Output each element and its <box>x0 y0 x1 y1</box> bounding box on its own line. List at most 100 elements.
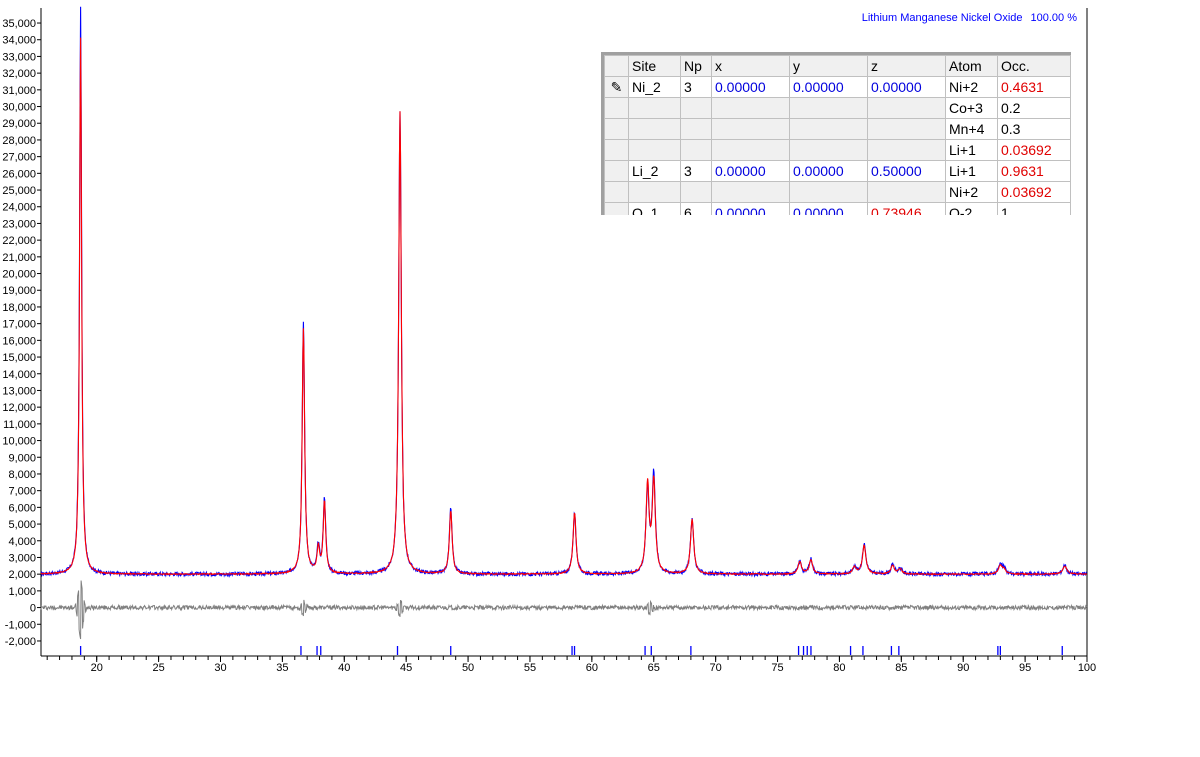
cell-y[interactable]: 0.00000 <box>789 202 868 215</box>
y-tick-label: 25,000 <box>2 185 36 197</box>
x-tick-label: 50 <box>462 662 474 674</box>
table-row[interactable]: ✎ Ni_2 3 0.00000 0.00000 0.00000 Ni+2 0.4631 <box>604 76 1071 98</box>
cell-occ[interactable]: 0.9631 <box>997 160 1071 182</box>
cell-x[interactable] <box>711 118 790 140</box>
cell-site[interactable] <box>628 139 681 161</box>
y-tick-label: 34,000 <box>2 35 36 47</box>
cell-atom[interactable]: O-2 <box>945 202 998 215</box>
y-tick-label: 26,000 <box>2 168 36 180</box>
cell-atom[interactable]: Ni+2 <box>945 181 998 203</box>
cell-np[interactable]: 3 <box>680 160 712 182</box>
y-tick-label: 8,000 <box>8 469 36 481</box>
cell-y[interactable] <box>789 97 868 119</box>
cell-np[interactable] <box>680 118 712 140</box>
cell-x[interactable]: 0.00000 <box>711 202 790 215</box>
cell-y[interactable]: 0.00000 <box>789 160 868 182</box>
cell-x[interactable] <box>711 181 790 203</box>
cell-occ[interactable]: 0.4631 <box>997 76 1071 98</box>
row-indicator[interactable] <box>604 118 629 140</box>
column-header-atom[interactable]: Atom <box>945 55 998 77</box>
cell-atom[interactable]: Co+3 <box>945 97 998 119</box>
x-tick-label: 90 <box>957 662 969 674</box>
cell-site[interactable]: Ni_2 <box>628 76 681 98</box>
cell-occ[interactable]: 0.3 <box>997 118 1071 140</box>
cell-np[interactable] <box>680 139 712 161</box>
cell-atom[interactable]: Mn+4 <box>945 118 998 140</box>
y-tick-label: 30,000 <box>2 102 36 114</box>
cell-site[interactable] <box>628 181 681 203</box>
difference-series-line <box>40 580 1088 640</box>
cell-occ[interactable]: 0.03692 <box>997 139 1071 161</box>
cell-x[interactable] <box>711 97 790 119</box>
cell-atom[interactable]: Ni+2 <box>945 76 998 98</box>
x-tick-label: 70 <box>710 662 722 674</box>
y-tick-label: 29,000 <box>2 118 36 130</box>
cell-x[interactable]: 0.00000 <box>711 160 790 182</box>
y-tick-label: 28,000 <box>2 135 36 147</box>
table-row[interactable]: Li_2 3 0.00000 0.00000 0.50000 Li+1 0.9631 <box>604 160 1071 182</box>
cell-np[interactable]: 6 <box>680 202 712 215</box>
cell-np[interactable]: 3 <box>680 76 712 98</box>
y-tick-label: 9,000 <box>8 452 36 464</box>
cell-site[interactable] <box>628 97 681 119</box>
y-tick-label: 5,000 <box>8 519 36 531</box>
cell-occ[interactable]: 0.03692 <box>997 181 1071 203</box>
y-tick-label: 21,000 <box>2 252 36 264</box>
x-tick-label: 65 <box>648 662 660 674</box>
cell-y[interactable] <box>789 118 868 140</box>
cell-atom[interactable]: Li+1 <box>945 160 998 182</box>
cell-z[interactable] <box>867 97 946 119</box>
cell-z[interactable]: 0.73946 <box>867 202 946 215</box>
x-tick-label: 25 <box>152 662 164 674</box>
cell-x[interactable] <box>711 139 790 161</box>
row-indicator[interactable] <box>604 97 629 119</box>
y-tick-label: 15,000 <box>2 352 36 364</box>
table-row[interactable]: Li+1 0.03692 <box>604 139 1071 161</box>
column-header-np[interactable]: Np <box>680 55 712 77</box>
x-tick-label: 45 <box>400 662 412 674</box>
y-tick-label: 14,000 <box>2 369 36 381</box>
cell-z[interactable] <box>867 139 946 161</box>
table-row[interactable]: Ni+2 0.03692 <box>604 181 1071 203</box>
phase-name: Lithium Manganese Nickel Oxide <box>861 12 1023 24</box>
y-tick-label: 17,000 <box>2 319 36 331</box>
cell-occ[interactable]: 1 <box>997 202 1071 215</box>
cell-np[interactable] <box>680 181 712 203</box>
column-header-site[interactable]: Site <box>628 55 681 77</box>
x-tick-label: 100 <box>1078 662 1096 674</box>
y-tick-label: 4,000 <box>8 536 36 548</box>
table-row[interactable]: Mn+4 0.3 <box>604 118 1071 140</box>
cell-site[interactable]: Li_2 <box>628 160 681 182</box>
phase-legend: Lithium Manganese Nickel Oxide 100.00 % <box>800 12 1077 24</box>
row-indicator[interactable] <box>604 139 629 161</box>
y-tick-label: -1,000 <box>5 619 36 631</box>
cell-x[interactable]: 0.00000 <box>711 76 790 98</box>
y-tick-label: 2,000 <box>8 569 36 581</box>
cell-y[interactable] <box>789 139 868 161</box>
row-indicator[interactable] <box>604 202 629 215</box>
y-tick-label: 16,000 <box>2 335 36 347</box>
y-tick-label: 18,000 <box>2 302 36 314</box>
cell-y[interactable]: 0.00000 <box>789 76 868 98</box>
cell-z[interactable]: 0.00000 <box>867 76 946 98</box>
cell-atom[interactable]: Li+1 <box>945 139 998 161</box>
column-header-x[interactable]: x <box>711 55 790 77</box>
cell-z[interactable] <box>867 118 946 140</box>
cell-y[interactable] <box>789 181 868 203</box>
cell-z[interactable]: 0.50000 <box>867 160 946 182</box>
pencil-icon[interactable]: ✎ <box>604 76 629 98</box>
table-row[interactable]: O_1 6 0.00000 0.00000 0.73946 O-2 1 <box>604 202 1071 215</box>
cell-site[interactable]: O_1 <box>628 202 681 215</box>
cell-occ[interactable]: 0.2 <box>997 97 1071 119</box>
cell-np[interactable] <box>680 97 712 119</box>
column-header-y[interactable]: y <box>789 55 868 77</box>
column-header-occ[interactable]: Occ. <box>997 55 1071 77</box>
table-row[interactable]: Co+3 0.2 <box>604 97 1071 119</box>
row-indicator[interactable] <box>604 181 629 203</box>
column-header-z[interactable]: z <box>867 55 946 77</box>
site-parameters-table[interactable]: Site Np x y z Atom Occ. ✎ Ni_2 3 0.00000 0.0… <box>601 52 1071 215</box>
row-indicator[interactable] <box>604 160 629 182</box>
y-tick-label: 0 <box>30 603 36 615</box>
cell-z[interactable] <box>867 181 946 203</box>
cell-site[interactable] <box>628 118 681 140</box>
